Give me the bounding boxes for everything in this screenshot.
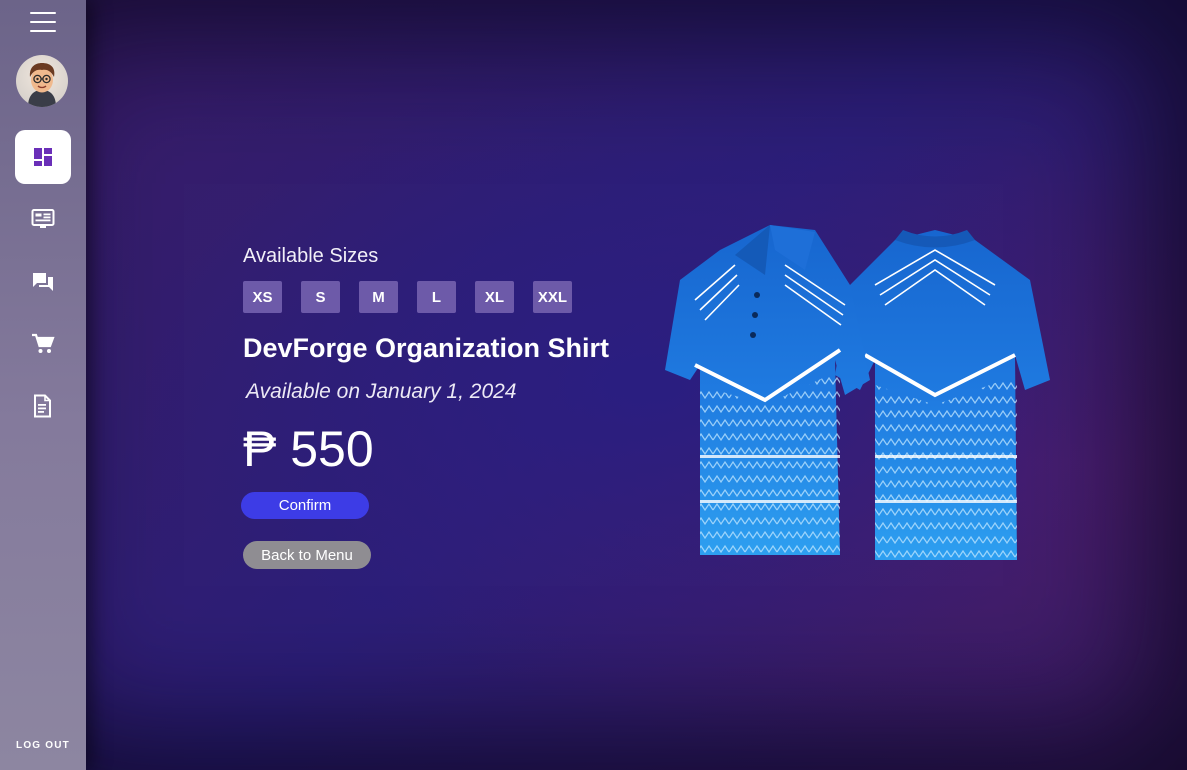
size-option-s[interactable]: S: [301, 281, 340, 313]
sidebar-item-news[interactable]: [15, 192, 71, 246]
availability-date: Available on January 1, 2024: [246, 380, 517, 403]
sizes-title: Available Sizes: [243, 245, 379, 267]
product-price: ₱ 550: [243, 421, 374, 477]
size-option-xs[interactable]: XS: [243, 281, 282, 313]
size-option-l[interactable]: L: [417, 281, 456, 313]
size-selector: XS S M L XL XXL: [243, 281, 572, 313]
chat-icon: [33, 273, 53, 291]
avatar[interactable]: [16, 55, 68, 107]
hamburger-menu-icon[interactable]: [30, 12, 56, 34]
logout-button[interactable]: LOG OUT: [0, 740, 86, 751]
size-option-xxl[interactable]: XXL: [533, 281, 572, 313]
confirm-button[interactable]: Confirm: [241, 492, 369, 519]
document-icon: [34, 394, 51, 418]
product-name: DevForge Organization Shirt: [243, 333, 610, 363]
back-to-menu-button[interactable]: Back to Menu: [243, 541, 371, 569]
size-option-xl[interactable]: XL: [475, 281, 514, 313]
product-image: [665, 220, 1065, 570]
sidebar-item-chat[interactable]: [15, 255, 71, 309]
news-feed-icon: [31, 209, 55, 228]
shirt-front: [665, 225, 870, 555]
sidebar-item-documents[interactable]: [15, 379, 71, 433]
sidebar: LOG OUT: [0, 0, 86, 770]
size-option-m[interactable]: M: [359, 281, 398, 313]
shirt-back: [835, 230, 1050, 560]
sidebar-item-cart[interactable]: [15, 317, 71, 371]
shopping-cart-icon: [32, 333, 55, 353]
sidebar-item-dashboard[interactable]: [15, 130, 71, 184]
dashboard-icon: [34, 148, 52, 166]
